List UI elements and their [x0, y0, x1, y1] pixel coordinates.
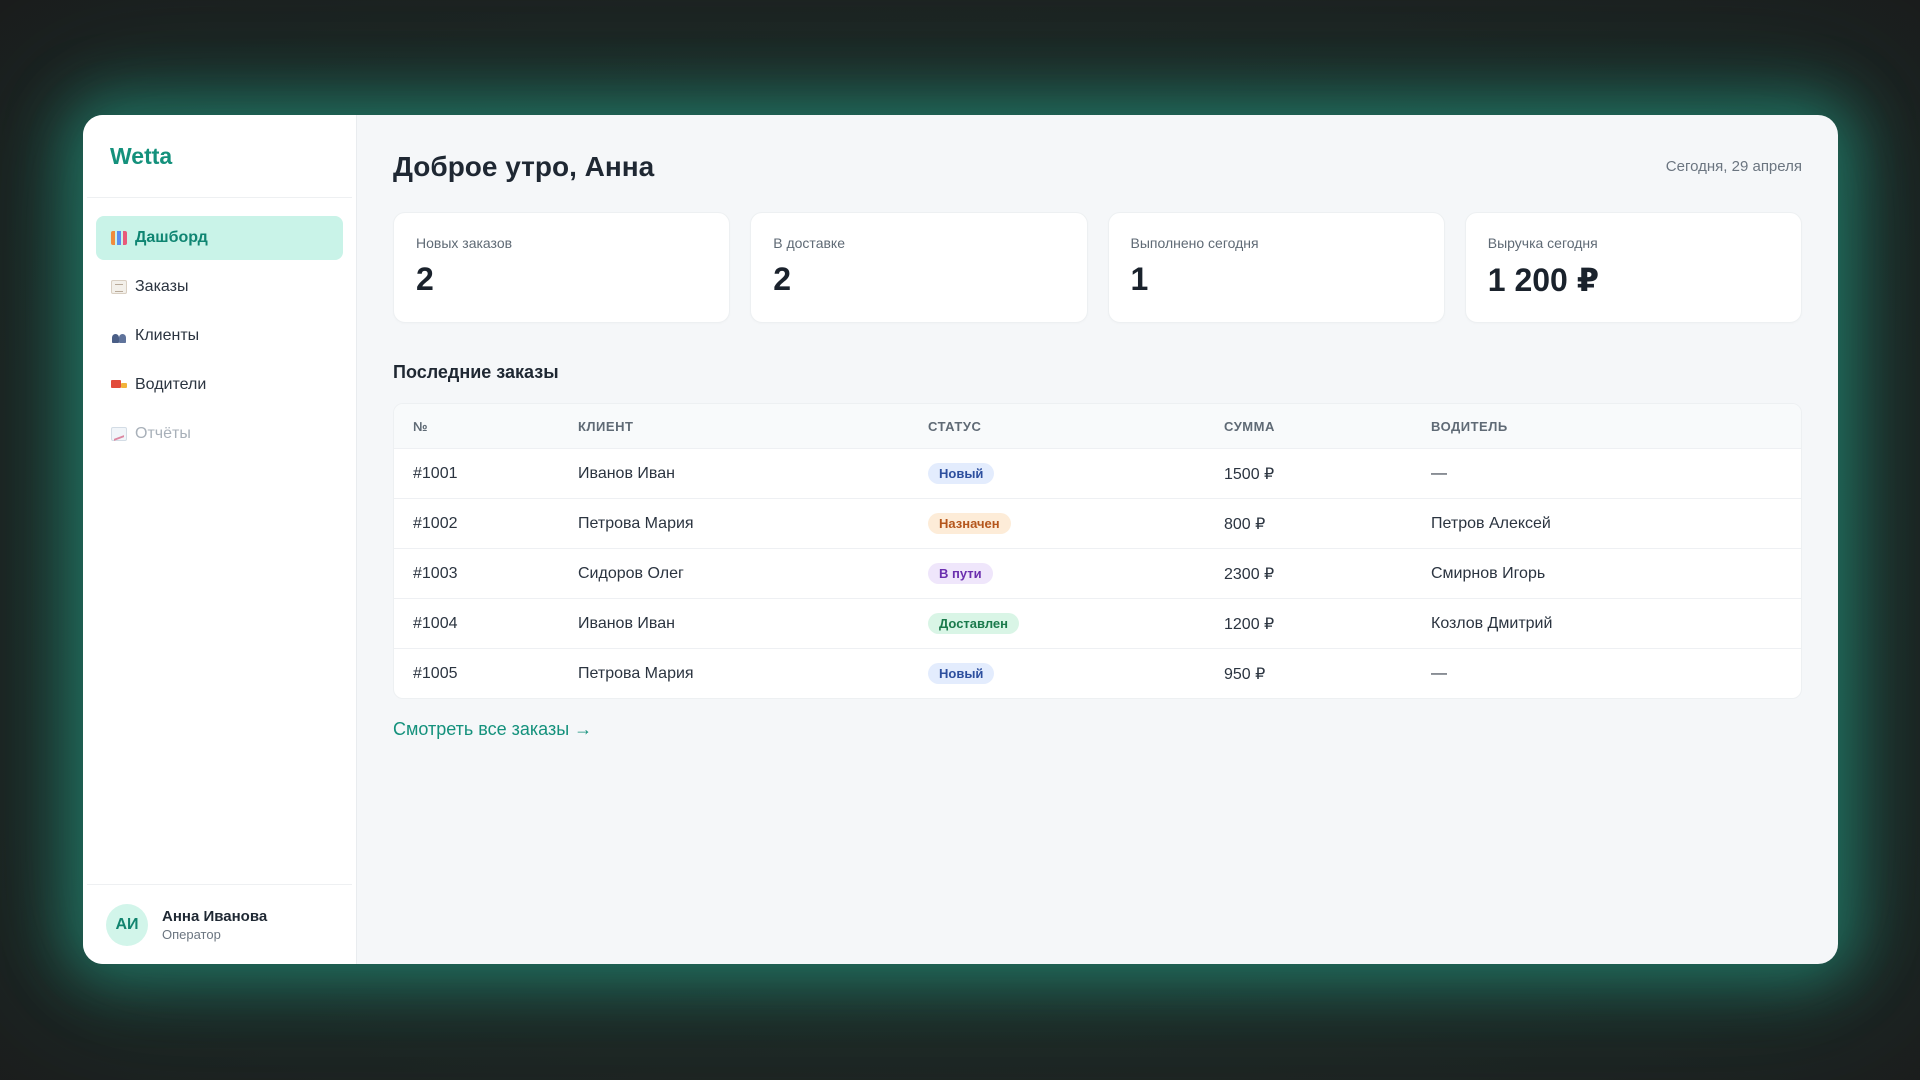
- order-client: Петрова Мария: [578, 664, 694, 682]
- order-driver: —: [1431, 664, 1447, 682]
- order-number: #1001: [413, 464, 458, 482]
- main-content: Доброе утро, Анна Сегодня, 29 апреля Нов…: [357, 115, 1838, 964]
- stat-value: 2: [416, 261, 434, 297]
- people-icon: [111, 329, 127, 343]
- orders-table: № КЛИЕНТ СТАТУС СУММА ВОДИТЕЛЬ #1001 Иван…: [393, 403, 1802, 699]
- clipboard-icon: [111, 280, 127, 294]
- order-amount: 1200 ₽: [1224, 615, 1275, 633]
- page-title: Доброе утро, Анна: [393, 150, 655, 182]
- order-number: #1003: [413, 564, 458, 582]
- order-amount: 800 ₽: [1224, 515, 1266, 533]
- status-badge: Новый: [928, 463, 995, 484]
- stat-label: Новых заказов: [416, 235, 513, 251]
- order-amount: 1500 ₽: [1224, 465, 1275, 483]
- sidebar-item-orders[interactable]: Заказы: [96, 265, 343, 309]
- sidebar-item-label: Клиенты: [135, 327, 200, 344]
- user-profile[interactable]: АИ Анна Иванова Оператор: [87, 884, 352, 964]
- sidebar-item-reports[interactable]: Отчёты: [96, 412, 343, 456]
- status-badge: Доставлен: [928, 613, 1020, 634]
- table-row[interactable]: #1005 Петрова Мария Новый 950 ₽ —: [394, 648, 1801, 698]
- status-cell: Новый: [928, 463, 1224, 484]
- user-name: Анна Иванова: [162, 907, 268, 925]
- table-row[interactable]: #1001 Иванов Иван Новый 1500 ₽ —: [394, 448, 1801, 498]
- stat-value: 1 200 ₽: [1487, 262, 1599, 298]
- status-cell: Доставлен: [928, 613, 1224, 634]
- stat-value: 2: [773, 261, 792, 297]
- stat-label: Выручка сегодня: [1487, 235, 1598, 251]
- table-row[interactable]: #1002 Петрова Мария Назначен 800 ₽ Петров Ал…: [394, 498, 1801, 548]
- sidebar: Wetta Дашборд Заказы Клиенты Водители От…: [83, 115, 357, 964]
- column-header-driver[interactable]: ВОДИТЕЛЬ: [1431, 419, 1801, 434]
- recent-orders-title: Последние заказы: [393, 362, 559, 382]
- stat-card-revenue-today: Выручка сегодня 1 200 ₽: [1464, 212, 1802, 323]
- sidebar-nav: Дашборд Заказы Клиенты Водители Отчёты: [83, 198, 356, 474]
- app-window: Wetta Дашборд Заказы Клиенты Водители От…: [83, 115, 1838, 964]
- table-row[interactable]: #1004 Иванов Иван Доставлен 1200 ₽ Козлов Дм…: [394, 598, 1801, 648]
- order-driver: —: [1431, 464, 1447, 482]
- view-all-orders-link[interactable]: Смотреть все заказы →: [393, 719, 592, 740]
- column-header-amount[interactable]: СУММА: [1224, 419, 1431, 434]
- app-logo: Wetta: [87, 115, 352, 198]
- truck-icon: [111, 378, 127, 392]
- order-client: Петрова Мария: [578, 514, 694, 532]
- stat-card-in-delivery: В доставке 2: [750, 212, 1088, 323]
- bar-chart-icon: [111, 231, 127, 245]
- sidebar-item-label: Водители: [135, 376, 207, 393]
- stat-card-new-orders: Новых заказов 2: [393, 212, 731, 323]
- chart-report-icon: [111, 427, 127, 441]
- column-header-client[interactable]: КЛИЕНТ: [578, 419, 928, 434]
- order-driver: Петров Алексей: [1431, 514, 1551, 532]
- order-number: #1004: [413, 614, 458, 632]
- order-client: Иванов Иван: [578, 614, 675, 632]
- order-driver: Козлов Дмитрий: [1431, 614, 1553, 632]
- status-badge: Новый: [928, 663, 995, 684]
- order-number: #1002: [413, 514, 458, 532]
- stat-value: 1: [1130, 261, 1149, 297]
- table-row[interactable]: #1003 Сидоров Олег В пути 2300 ₽ Смирнов Иго…: [394, 548, 1801, 598]
- current-date: Сегодня, 29 апреля: [1665, 158, 1802, 175]
- sidebar-item-clients[interactable]: Клиенты: [96, 314, 343, 358]
- status-cell: Назначен: [928, 513, 1224, 534]
- order-number: #1005: [413, 664, 458, 682]
- column-header-status[interactable]: СТАТУС: [928, 419, 1224, 434]
- table-body: #1001 Иванов Иван Новый 1500 ₽ — #1002 Петрова…: [394, 448, 1801, 698]
- avatar: АИ: [106, 903, 148, 946]
- stats-row: Новых заказов 2 В доставке 2 Выполнено с…: [393, 212, 1802, 323]
- sidebar-item-label: Дашборд: [135, 229, 208, 246]
- sidebar-item-dashboard[interactable]: Дашборд: [96, 216, 343, 260]
- sidebar-item-label: Заказы: [135, 278, 189, 295]
- table-header: № КЛИЕНТ СТАТУС СУММА ВОДИТЕЛЬ: [394, 404, 1801, 448]
- order-amount: 950 ₽: [1224, 665, 1266, 683]
- sidebar-item-label: Отчёты: [135, 425, 191, 442]
- page-header: Доброе утро, Анна Сегодня, 29 апреля: [393, 115, 1802, 206]
- status-cell: В пути: [928, 563, 1224, 584]
- order-amount: 2300 ₽: [1224, 565, 1275, 583]
- user-role: Оператор: [162, 926, 221, 942]
- order-driver: Смирнов Игорь: [1431, 564, 1546, 582]
- order-client: Иванов Иван: [578, 464, 675, 482]
- stat-label: В доставке: [773, 235, 845, 251]
- stat-card-completed-today: Выполнено сегодня 1: [1107, 212, 1445, 323]
- order-client: Сидоров Олег: [578, 564, 684, 582]
- column-header-number[interactable]: №: [394, 419, 578, 434]
- sidebar-item-drivers[interactable]: Водители: [96, 363, 343, 407]
- status-badge: В пути: [928, 563, 993, 584]
- status-badge: Назначен: [928, 513, 1011, 534]
- status-cell: Новый: [928, 663, 1224, 684]
- stat-label: Выполнено сегодня: [1130, 235, 1259, 251]
